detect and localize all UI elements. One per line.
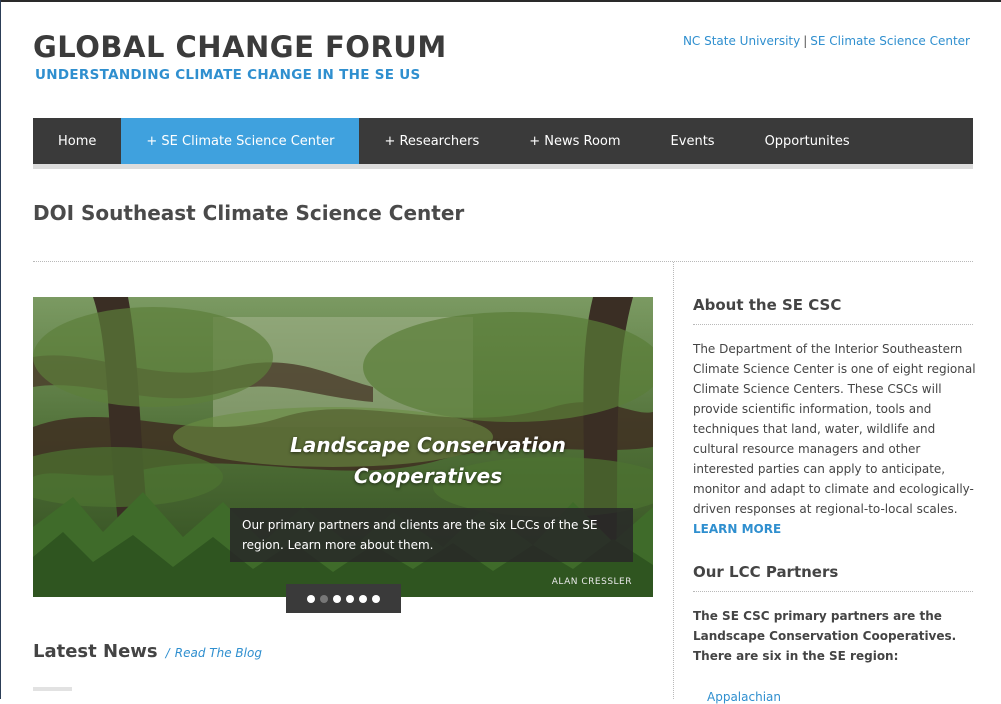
slider-dot-1[interactable] xyxy=(307,594,315,603)
partners-text: The SE CSC primary partners are the Land… xyxy=(693,609,957,663)
slider-dot-5[interactable] xyxy=(359,594,367,603)
page-title: DOI Southeast Climate Science Center xyxy=(33,201,465,225)
about-body: The Department of the Interior Southeast… xyxy=(693,342,976,516)
nav-item-news-room[interactable]: + News Room xyxy=(504,118,645,164)
slider-dot-2[interactable] xyxy=(320,594,328,603)
slide-caption[interactable]: Our primary partners and clients are the… xyxy=(230,508,633,562)
nav-item-opportunities[interactable]: Opportunites xyxy=(740,118,875,164)
learn-more-link[interactable]: LEARN MORE xyxy=(693,522,781,536)
se-csc-link[interactable]: SE Climate Science Center xyxy=(810,34,970,48)
main-nav: Home + SE Climate Science Center + Resea… xyxy=(33,118,973,164)
slider-dot-3[interactable] xyxy=(333,594,341,603)
site-title[interactable]: GLOBAL CHANGE FORUM xyxy=(33,30,447,64)
news-underline xyxy=(33,687,72,691)
slide-heading[interactable]: Landscape Conservation Cooperatives xyxy=(238,430,618,492)
latest-news-heading: Latest News xyxy=(33,641,158,662)
nav-item-home[interactable]: Home xyxy=(33,118,121,164)
about-text: The Department of the Interior Southeast… xyxy=(693,339,978,539)
nav-item-researchers[interactable]: + Researchers xyxy=(359,118,504,164)
slide-heading-line2: Cooperatives xyxy=(353,464,503,488)
slider-dot-4[interactable] xyxy=(346,594,354,603)
site-tagline: UNDERSTANDING CLIMATE CHANGE IN THE SE U… xyxy=(35,67,421,83)
photo-credit: ALAN CRESSLER xyxy=(551,577,632,587)
content-divider xyxy=(33,261,973,262)
slider-pagination xyxy=(286,584,401,613)
about-heading: About the SE CSC xyxy=(693,296,842,314)
about-rule xyxy=(693,324,973,325)
partners-rule xyxy=(693,591,973,592)
latest-news-header: Latest News / Read The Blog xyxy=(33,641,262,662)
slider-dot-6[interactable] xyxy=(372,594,380,603)
partners-heading: Our LCC Partners xyxy=(693,563,839,581)
sidebar-divider xyxy=(673,262,674,699)
link-separator: | xyxy=(803,34,808,48)
heading-separator: / xyxy=(165,646,170,660)
nav-item-se-climate-science-center[interactable]: + SE Climate Science Center xyxy=(121,118,360,164)
top-border xyxy=(1,0,1001,2)
top-links: NC State University | SE Climate Science C… xyxy=(683,34,970,48)
slide-heading-line1: Landscape Conservation xyxy=(290,433,566,457)
lcc-link-appalachian[interactable]: Appalachian xyxy=(707,690,781,704)
nav-item-events[interactable]: Events xyxy=(646,118,740,164)
image-slider[interactable]: Landscape Conservation Cooperatives Our … xyxy=(33,297,653,597)
read-blog-link[interactable]: Read The Blog xyxy=(175,646,262,660)
ncsu-link[interactable]: NC State University xyxy=(683,34,800,48)
nav-shadow xyxy=(33,164,973,169)
